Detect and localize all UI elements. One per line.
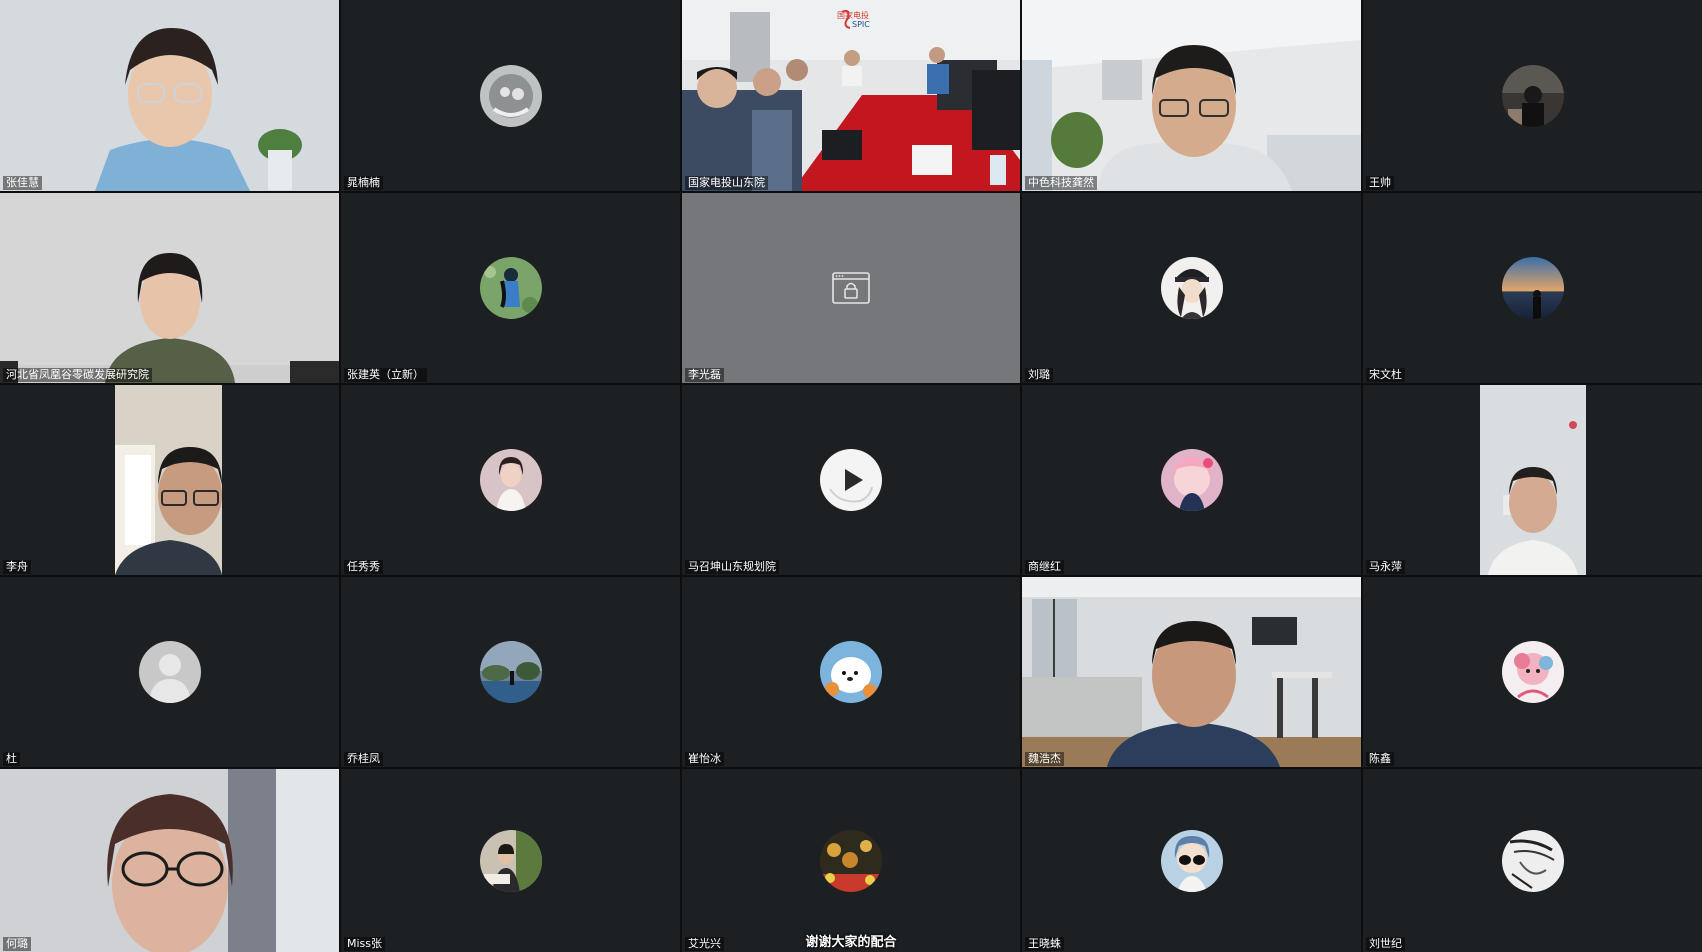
participant-tile-20[interactable]: 陈鑫 — [1363, 577, 1702, 767]
avatar — [1501, 829, 1564, 892]
avatar — [479, 829, 542, 892]
person-silhouette-icon — [138, 641, 201, 703]
avatar — [820, 641, 882, 703]
participant-tile-2[interactable]: 晁楠楠 — [341, 0, 680, 191]
participant-tile-8[interactable]: 李光磊 — [682, 193, 1020, 383]
video-grid: 张佳慧 晁楠楠 国家电投 SPIC 国家电投山东院 中色科技龚然 王帅 河北省凤… — [0, 0, 1702, 952]
avatar — [479, 64, 542, 127]
participant-tile-23[interactable]: 艾光兴 — [682, 769, 1020, 952]
participant-tile-17[interactable]: 乔桂凤 — [341, 577, 680, 767]
participant-name: 马永萍 — [1366, 560, 1405, 574]
participant-name: 任秀秀 — [344, 560, 383, 574]
play-icon[interactable] — [820, 449, 882, 511]
participant-tile-15[interactable]: 马永萍 — [1363, 385, 1702, 575]
participant-tile-19[interactable]: 魏浩杰 — [1022, 577, 1361, 767]
participant-tile-11[interactable]: 李舟 — [0, 385, 339, 575]
participant-name: 张建英（立新） — [344, 368, 427, 382]
avatar — [1160, 449, 1223, 511]
participant-name: 刘璐 — [1025, 368, 1053, 382]
participant-tile-9[interactable]: 刘璐 — [1022, 193, 1361, 383]
avatar — [479, 449, 542, 511]
participant-name: 乔桂凤 — [344, 752, 383, 766]
participant-video — [0, 769, 339, 952]
participant-name: 王帅 — [1366, 176, 1394, 190]
avatar — [1501, 641, 1564, 703]
participant-tile-6[interactable]: 河北省凤凰谷零碳发展研究院 — [0, 193, 339, 383]
participant-tile-7[interactable]: 张建英（立新） — [341, 193, 680, 383]
participant-name: 魏浩杰 — [1025, 752, 1064, 766]
spic-logo-en: SPIC — [852, 20, 870, 29]
participant-name: 张佳慧 — [3, 176, 42, 190]
participant-tile-13[interactable]: 马召坤山东规划院 — [682, 385, 1020, 575]
lock-icon — [832, 272, 870, 304]
participant-tile-14[interactable]: 商继红 — [1022, 385, 1361, 575]
participant-tile-16[interactable]: 杜 — [0, 577, 339, 767]
participant-name: 李光磊 — [685, 368, 724, 382]
avatar — [1160, 829, 1223, 892]
participant-name: 陈鑫 — [1366, 752, 1394, 766]
participant-tile-1[interactable]: 张佳慧 — [0, 0, 339, 191]
avatar — [1160, 257, 1223, 319]
participant-name: 崔怡冰 — [685, 752, 724, 766]
participant-video — [0, 385, 339, 575]
participant-name: 商继红 — [1025, 560, 1064, 574]
participant-video — [0, 0, 339, 191]
participant-tile-4[interactable]: 中色科技龚然 — [1022, 0, 1361, 191]
participant-video — [1022, 577, 1361, 767]
participant-video: 国家电投 SPIC — [682, 0, 1020, 191]
participant-tile-22[interactable]: Miss张 — [341, 769, 680, 952]
participant-name: 河北省凤凰谷零碳发展研究院 — [3, 368, 152, 382]
participant-tile-18[interactable]: 崔怡冰 — [682, 577, 1020, 767]
participant-tile-5[interactable]: 王帅 — [1363, 0, 1702, 191]
avatar — [479, 257, 542, 319]
participant-tile-21[interactable]: 何璐 — [0, 769, 339, 952]
participant-tile-25[interactable]: 刘世纪 — [1363, 769, 1702, 952]
participant-video — [0, 193, 339, 383]
participant-tile-10[interactable]: 宋文杜 — [1363, 193, 1702, 383]
live-caption: 谢谢大家的配合 — [805, 935, 897, 950]
participant-tile-12[interactable]: 任秀秀 — [341, 385, 680, 575]
participant-video — [1022, 0, 1361, 191]
avatar — [820, 829, 882, 892]
participant-name: 中色科技龚然 — [1025, 176, 1097, 190]
participant-tile-3[interactable]: 国家电投 SPIC 国家电投山东院 — [682, 0, 1020, 191]
participant-name: 李舟 — [3, 560, 31, 574]
participant-name: 杜 — [3, 752, 20, 766]
participant-name: 马召坤山东规划院 — [685, 560, 779, 574]
participant-name: 晁楠楠 — [344, 176, 383, 190]
avatar — [479, 641, 542, 703]
participant-name: 国家电投山东院 — [685, 176, 768, 190]
avatar — [1501, 257, 1564, 319]
participant-video — [1363, 385, 1702, 575]
avatar — [1501, 64, 1564, 127]
participant-name: 宋文杜 — [1366, 368, 1405, 382]
participant-tile-24[interactable]: 王晓蛛 — [1022, 769, 1361, 952]
